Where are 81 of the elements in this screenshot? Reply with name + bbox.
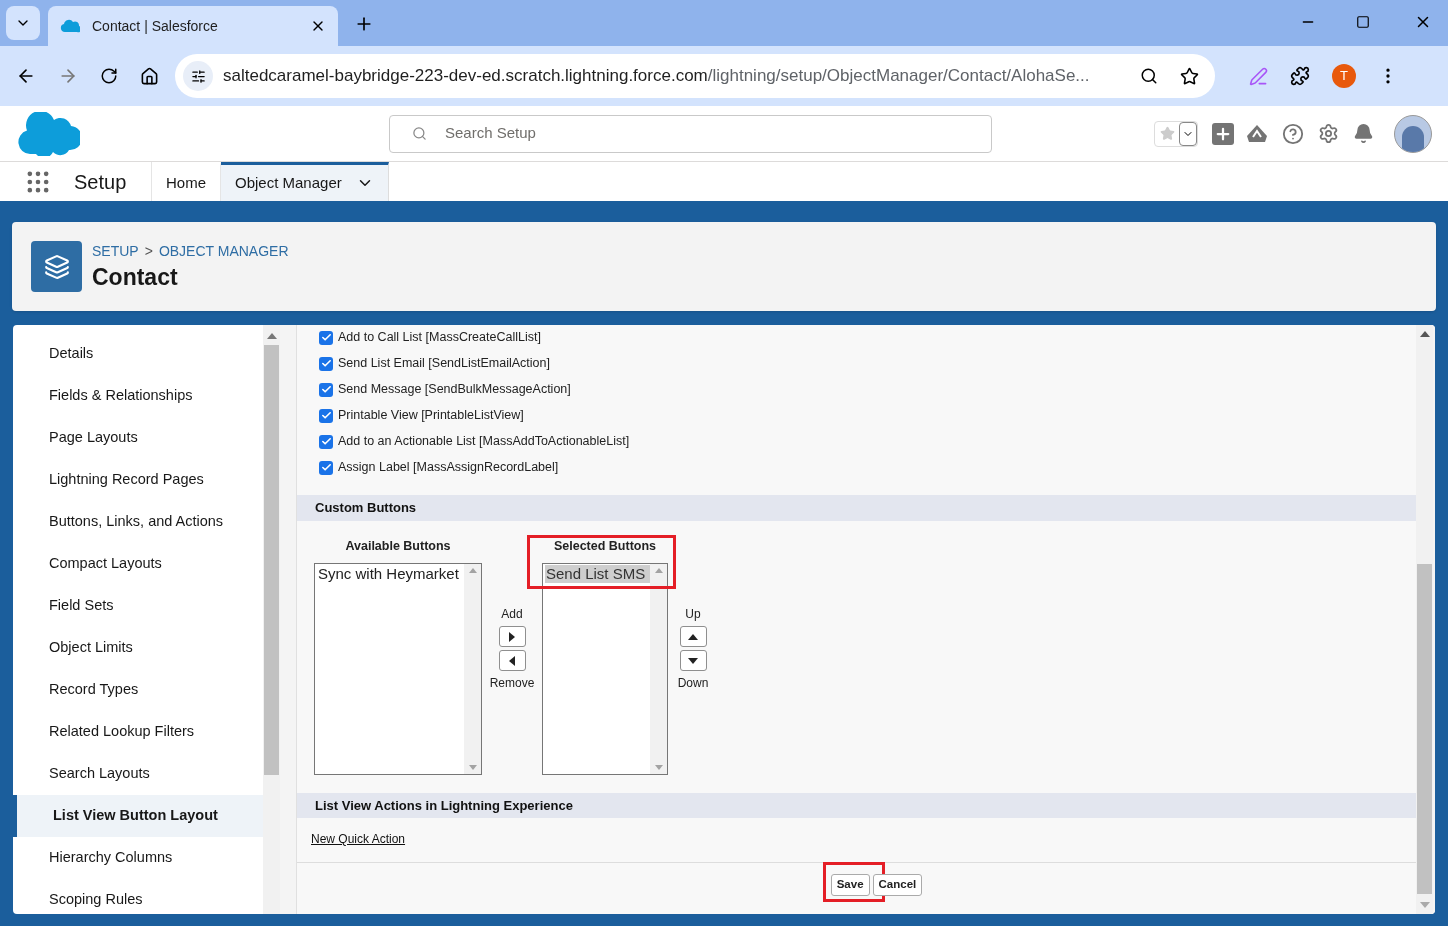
sidebar-item[interactable]: Field Sets	[13, 585, 263, 627]
cloud-icon	[60, 19, 80, 33]
settings-icon[interactable]	[1318, 123, 1339, 144]
app-name: Setup	[74, 169, 127, 195]
checkbox[interactable]	[319, 356, 333, 371]
sidebar-item[interactable]: Scoping Rules	[13, 879, 263, 914]
add-button[interactable]	[498, 626, 526, 647]
profile-avatar[interactable]: T	[1332, 64, 1356, 88]
sidebar-item[interactable]: Search Layouts	[13, 753, 263, 795]
add-icon[interactable]	[1212, 122, 1234, 145]
user-avatar[interactable]	[1394, 114, 1432, 153]
section-header: List View Actions in Lightning Experience	[297, 793, 1416, 818]
footer-button[interactable]: Save	[830, 873, 870, 896]
scrollbar[interactable]	[263, 325, 280, 914]
sidebar-item[interactable]: Fields & Relationships	[13, 375, 263, 417]
home-icon[interactable]	[140, 66, 159, 86]
breadcrumb-link[interactable]: OBJECT MANAGER	[158, 241, 289, 262]
pen-icon[interactable]	[1249, 66, 1268, 86]
address-bar[interactable]: saltedcaramel-baybridge-223-dev-ed.scratch.lightning.force.com/lightning/setup/ObjectManager/Contact/AlohaSe...	[175, 54, 1215, 98]
sidebar-item[interactable]: Object Limits	[13, 627, 263, 669]
up-label: Up	[685, 606, 701, 623]
url-text: saltedcaramel-baybridge-223-dev-ed.scratch.lightning.force.com/lightning/setup/ObjectManager/Contact/AlohaSe...	[223, 65, 1091, 88]
sidebar-item[interactable]: Compact Layouts	[13, 543, 263, 585]
scrollbar[interactable]	[1416, 325, 1433, 914]
browser-tab[interactable]: Contact | Salesforce	[48, 6, 338, 46]
checkbox-label: Assign Label [MassAssignRecordLabel]	[338, 459, 559, 477]
list-label: Available Buttons	[345, 538, 451, 555]
nav-tab[interactable]: Object Manager	[221, 162, 389, 201]
bookmark-icon[interactable]	[1180, 66, 1199, 86]
checkbox-label: Add to an Actionable List [MassAddToActionableList]	[338, 433, 630, 451]
section-header: Custom Buttons	[297, 495, 1416, 521]
listbox[interactable]: Sync with Heymarket	[314, 562, 482, 775]
favorites-button[interactable]	[1154, 120, 1198, 147]
add-label: Add	[501, 606, 523, 623]
help-icon[interactable]	[1282, 122, 1304, 145]
extensions-icon[interactable]	[1290, 66, 1310, 86]
listbox-option[interactable]: Send List SMS	[545, 564, 650, 583]
down-label: Down	[677, 675, 709, 692]
checkbox-label: Add to Call List [MassCreateCallList]	[338, 329, 541, 347]
down-button[interactable]	[679, 650, 707, 671]
search-field[interactable]: Search Setup	[389, 114, 992, 153]
new-quick-action-link[interactable]: New Quick Action	[311, 832, 406, 846]
sidebar-item[interactable]: Lightning Record Pages	[13, 459, 263, 501]
up-button[interactable]	[679, 626, 707, 647]
page-title: Contact	[92, 263, 179, 292]
remove-button[interactable]	[498, 650, 526, 671]
reload-icon[interactable]	[100, 67, 118, 85]
sidebar-item[interactable]: Record Types	[13, 669, 263, 711]
footer-button[interactable]: Cancel	[872, 873, 923, 896]
sidebar-item[interactable]: Details	[13, 333, 263, 375]
sidebar-item[interactable]: Hierarchy Columns	[13, 837, 263, 879]
list-label: Selected Buttons	[553, 538, 657, 555]
zoom-icon[interactable]	[1140, 67, 1158, 85]
listbox-option[interactable]: Sync with Heymarket	[317, 564, 464, 583]
scrollbar[interactable]	[650, 563, 667, 774]
listbox[interactable]: Send List SMS	[542, 562, 668, 775]
checkbox-label: Send List Email [SendListEmailAction]	[338, 355, 550, 373]
breadcrumb-separator: >	[144, 242, 153, 261]
sidebar-item[interactable]: Buttons, Links, and Actions	[13, 501, 263, 543]
scrollbar[interactable]	[464, 563, 481, 774]
tab-search-button[interactable]	[6, 6, 40, 40]
checkbox[interactable]	[319, 382, 333, 397]
checkbox[interactable]	[319, 434, 333, 449]
cloud-logo[interactable]	[16, 111, 80, 156]
sidebar-item[interactable]: Related Lookup Filters	[13, 711, 263, 753]
checkbox-label: Send Message [SendBulkMessageAction]	[338, 381, 571, 399]
sidebar-item[interactable]: Page Layouts	[13, 417, 263, 459]
breadcrumb-link[interactable]: SETUP	[92, 241, 139, 262]
maximize-icon[interactable]	[1356, 15, 1370, 29]
notifications-icon[interactable]	[1353, 123, 1374, 144]
star-icon	[1159, 126, 1175, 141]
site-settings-icon[interactable]	[183, 61, 213, 91]
sidebar-item[interactable]: List View Button Layout	[13, 795, 263, 837]
checkbox-label: Printable View [PrintableListView]	[338, 407, 524, 425]
tab-title: Contact | Salesforce	[92, 16, 219, 36]
checkbox[interactable]	[319, 460, 333, 475]
checkbox[interactable]	[319, 408, 333, 423]
layers-icon	[31, 241, 82, 292]
checkbox[interactable]	[319, 330, 333, 345]
remove-label: Remove	[489, 675, 535, 692]
search-icon	[412, 126, 427, 141]
